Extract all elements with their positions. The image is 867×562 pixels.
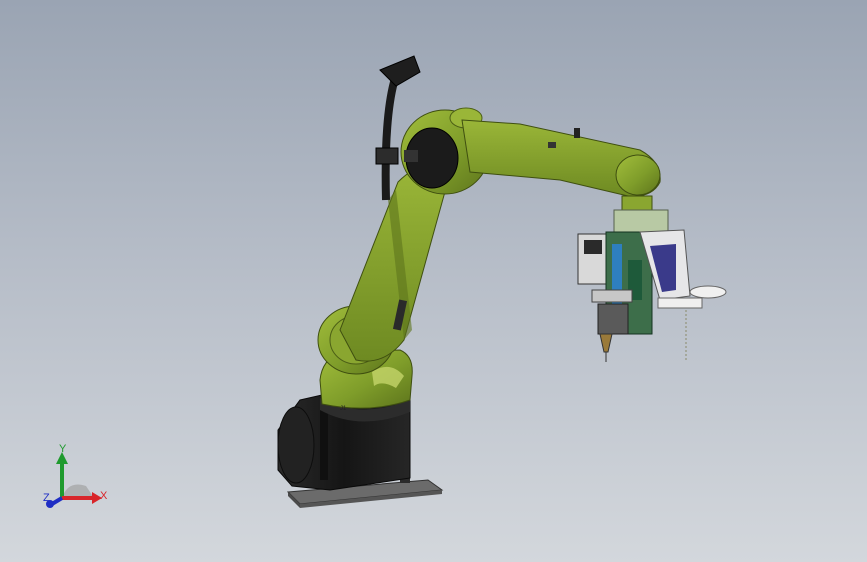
cad-viewport[interactable]: J1 X Y Z [0, 0, 867, 562]
end-effector-tool [577, 229, 727, 362]
robot-lower-arm [339, 165, 447, 362]
robot-wrist [613, 195, 669, 235]
coordinate-triad: X Y Z [38, 440, 118, 512]
y-axis-label: Y [59, 443, 67, 455]
robot-upper-arm [461, 119, 661, 197]
robot-model-scene[interactable]: J1 [0, 0, 867, 562]
x-axis-label: X [100, 490, 108, 502]
z-axis-label: Z [43, 492, 50, 504]
svg-text:J1: J1 [340, 406, 347, 412]
